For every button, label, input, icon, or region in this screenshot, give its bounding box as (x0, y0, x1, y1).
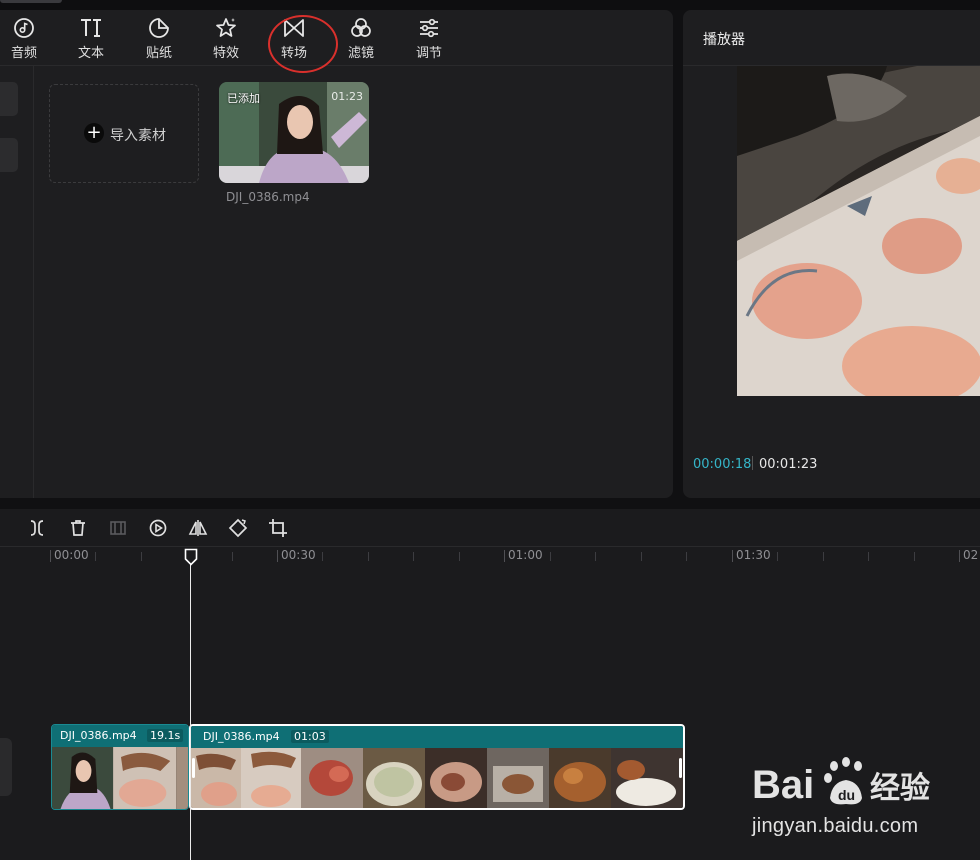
toolbar-adjust[interactable]: 调节 (405, 14, 453, 62)
freeze-icon[interactable] (108, 518, 128, 538)
plus-icon: + (84, 123, 104, 143)
clip-2-name: DJI_0386.mp4 (203, 730, 280, 743)
ruler-minor-tick (868, 552, 869, 561)
ruler-tick (277, 550, 278, 562)
timeline-clip-2[interactable]: DJI_0386.mp4 01:03 (189, 724, 685, 810)
toolbar-effects-label: 特效 (212, 46, 239, 61)
timeline-ruler[interactable]: 00:00 00:30 01:00 01:30 02 (0, 547, 980, 573)
toolbar-sticker[interactable]: 贴纸 (135, 14, 183, 62)
sidebar-item-1[interactable] (0, 82, 18, 116)
toolbar-adjust-label: 调节 (415, 46, 442, 61)
ruler-minor-tick (232, 552, 233, 561)
ruler-minor-tick (777, 552, 778, 561)
ruler-minor-tick (550, 552, 551, 561)
toolbar-filter[interactable]: 滤镜 (337, 14, 385, 62)
clip-1-duration: 19.1s (147, 729, 184, 742)
toolbar-effects[interactable]: 特效 (202, 14, 250, 62)
svg-text:经验: 经验 (870, 771, 930, 806)
adjust-icon (420, 18, 438, 38)
watermark-url: jingyan.baidu.com (752, 815, 919, 837)
ruler-label-0: 00:00 (54, 548, 89, 562)
media-sidebar (0, 66, 34, 498)
player-video-frame[interactable] (737, 66, 980, 410)
total-timecode: 00:01:23 (759, 457, 818, 472)
delete-icon[interactable] (68, 518, 88, 538)
ruler-label-1: 00:30 (281, 548, 316, 562)
ruler-label-4: 02 (963, 548, 979, 562)
sidebar-item-2[interactable] (0, 138, 18, 172)
toolbar-audio[interactable]: 音频 (0, 14, 48, 62)
ruler-minor-tick (641, 552, 642, 561)
clip-left-grip[interactable] (192, 758, 195, 778)
ruler-minor-tick (141, 552, 142, 561)
ruler-minor-tick (322, 552, 323, 561)
effects-icon (216, 18, 236, 37)
clip-2-header: DJI_0386.mp4 01:03 (191, 726, 683, 748)
baidu-watermark-logo: Bai du 经验 (752, 757, 930, 807)
clip-1-header: DJI_0386.mp4 19.1s (52, 725, 188, 747)
window-top-strip (0, 0, 980, 10)
ruler-label-3: 01:30 (736, 548, 771, 562)
text-icon (81, 19, 101, 37)
playhead-line[interactable] (190, 555, 191, 860)
player-title: 播放器 (703, 32, 745, 48)
svg-text:Bai: Bai (752, 763, 814, 807)
filter-icon (351, 18, 371, 37)
toolbar-text[interactable]: 文本 (67, 14, 115, 62)
ruler-tick (732, 550, 733, 562)
media-panel: 音频 文本 贴纸 特效 转场 滤镜 调节 + 导入素材 已添加 01:23 DJ… (0, 10, 673, 498)
clip-2-duration: 01:03 (291, 730, 329, 743)
split-icon[interactable] (27, 518, 47, 538)
media-item-card[interactable]: 已添加 01:23 (219, 82, 369, 183)
toolbar-audio-label: 音频 (10, 46, 37, 61)
player-panel: 播放器 00:00:18 00:01:23 (683, 10, 980, 498)
media-filename: DJI_0386.mp4 (226, 190, 310, 204)
ruler-tick (959, 550, 960, 562)
ruler-minor-tick (95, 552, 96, 561)
video-preview (737, 66, 980, 410)
ruler-minor-tick (413, 552, 414, 561)
mirror-icon[interactable] (188, 518, 208, 538)
clip-1-thumbnails (52, 747, 188, 809)
clip-right-grip[interactable] (679, 758, 682, 778)
audio-icon (14, 18, 34, 38)
toolbar-text-label: 文本 (77, 46, 104, 61)
clip-2-thumbnails (191, 748, 683, 808)
current-timecode: 00:00:18 (693, 457, 752, 472)
timeline-clip-1[interactable]: DJI_0386.mp4 19.1s (51, 724, 189, 810)
ruler-minor-tick (459, 552, 460, 561)
media-duration: 01:23 (331, 90, 363, 103)
transition-highlight-ring (268, 15, 338, 73)
feature-toolbar: 音频 文本 贴纸 特效 转场 滤镜 调节 (0, 10, 673, 73)
ruler-minor-tick (686, 552, 687, 561)
rotate-icon[interactable] (228, 518, 248, 538)
ruler-minor-tick (914, 552, 915, 561)
ruler-tick (50, 550, 51, 562)
ruler-minor-tick (368, 552, 369, 561)
added-badge: 已添加 (227, 92, 260, 105)
toolbar-filter-label: 滤镜 (347, 46, 374, 61)
play-circle-icon[interactable] (148, 518, 168, 538)
clip-1-name: DJI_0386.mp4 (60, 729, 137, 742)
track-handle[interactable] (0, 738, 12, 796)
toolbar-sticker-label: 贴纸 (145, 46, 172, 61)
ruler-tick (504, 550, 505, 562)
ruler-minor-tick (823, 552, 824, 561)
sticker-icon (149, 18, 169, 38)
ruler-label-2: 01:00 (508, 548, 543, 562)
timeline-toolbar (0, 509, 980, 547)
import-media-button[interactable]: + 导入素材 (49, 84, 199, 183)
crop-icon[interactable] (268, 518, 288, 538)
ruler-minor-tick (595, 552, 596, 561)
playhead-handle-icon[interactable] (184, 548, 198, 566)
import-media-label: 导入素材 (110, 128, 166, 144)
top-tab-cap (0, 0, 62, 3)
timecode-separator (752, 456, 753, 470)
svg-text:du: du (838, 787, 855, 803)
